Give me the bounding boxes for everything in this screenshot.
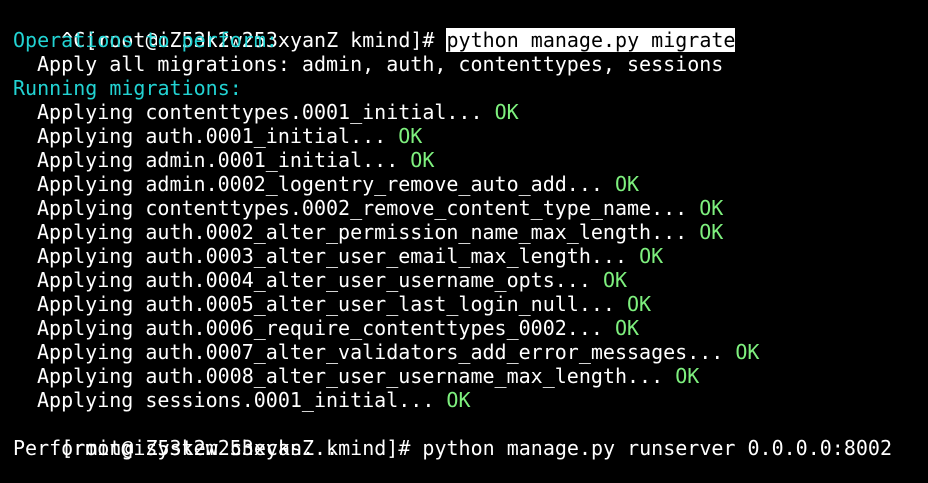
second-prompt-line: [root@iZ53k2w253xyanZ kmind]# python man… <box>13 412 892 460</box>
ok-status: OK <box>699 196 724 220</box>
migration-line: Applying auth.0002_alter_permission_name… <box>13 220 723 244</box>
migration-text: Applying auth.0003_alter_user_email_max_… <box>37 244 640 268</box>
migration-line: Applying auth.0005_alter_user_last_login… <box>13 292 651 316</box>
ok-status: OK <box>410 148 435 172</box>
runserver-command: python manage.py runserver 0.0.0.0:8002 <box>422 436 893 460</box>
migration-text: Applying contenttypes.0002_remove_conten… <box>37 196 700 220</box>
ok-status: OK <box>602 268 628 292</box>
migration-line: Applying auth.0007_alter_validators_add_… <box>13 340 759 364</box>
system-check-output: Performing system checks... <box>13 436 339 460</box>
ok-status: OK <box>627 292 652 316</box>
ok-status: OK <box>446 388 471 412</box>
ok-status: OK <box>614 172 640 196</box>
ok-status: OK <box>699 220 724 244</box>
migration-text: Applying auth.0006_require_contenttypes_… <box>37 316 615 340</box>
migration-line: Applying auth.0003_alter_user_email_max_… <box>13 244 663 268</box>
migration-line: Applying auth.0008_alter_user_username_m… <box>13 364 699 388</box>
operations-heading: Operations to perform: <box>13 28 278 52</box>
migration-text: Applying admin.0001_initial... <box>37 148 411 172</box>
ok-status: OK <box>494 100 519 124</box>
ok-status: OK <box>735 340 760 364</box>
migration-text: Applying admin.0002_logentry_remove_auto… <box>37 172 615 196</box>
apply-migrations-line: Apply all migrations: admin, auth, conte… <box>37 52 724 76</box>
migration-text: Applying contenttypes.0001_initial... <box>37 100 495 124</box>
migration-text: Applying auth.0004_alter_user_username_o… <box>37 268 603 292</box>
migration-line: Applying contenttypes.0002_remove_conten… <box>13 196 723 220</box>
migration-line: Applying auth.0004_alter_user_username_o… <box>13 268 627 292</box>
migration-line: Applying contenttypes.0001_initial... OK <box>13 100 519 124</box>
ok-status: OK <box>639 244 664 268</box>
selected-command[interactable]: python manage.py migrate <box>446 28 736 52</box>
ok-status: OK <box>614 316 640 340</box>
migration-line: Applying sessions.0001_initial... OK <box>13 388 471 412</box>
migration-text: Applying auth.0002_alter_permission_name… <box>37 220 700 244</box>
migration-text: Applying sessions.0001_initial... <box>37 388 447 412</box>
ok-status: OK <box>675 364 700 388</box>
migration-line: Applying admin.0001_initial... OK <box>13 148 434 172</box>
migration-line: Applying admin.0002_logentry_remove_auto… <box>13 172 639 196</box>
migration-text: Applying auth.0001_initial... <box>37 124 399 148</box>
ok-status: OK <box>398 124 423 148</box>
terminal-window[interactable]: ^C[root@iZ53k2w253xyanZ kmind]# python m… <box>0 0 928 483</box>
migration-line: Applying auth.0001_initial... OK <box>13 124 422 148</box>
migration-text: Applying auth.0007_alter_validators_add_… <box>37 340 736 364</box>
migration-text: Applying auth.0008_alter_user_username_m… <box>37 364 676 388</box>
migration-line: Applying auth.0006_require_contenttypes_… <box>13 316 639 340</box>
running-migrations-heading: Running migrations: <box>13 76 242 100</box>
migration-text: Applying auth.0005_alter_user_last_login… <box>37 292 628 316</box>
first-prompt-line: ^C[root@iZ53k2w253xyanZ kmind]# python m… <box>13 4 736 52</box>
